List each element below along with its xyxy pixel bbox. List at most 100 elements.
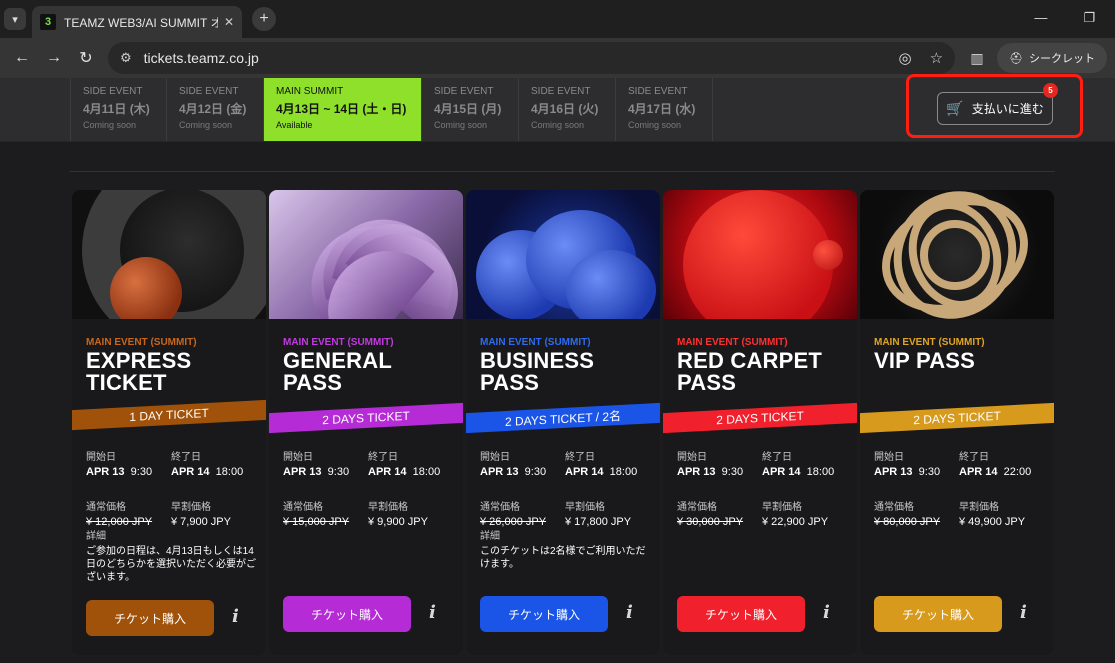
checkout-button[interactable]: 🛒 支払いに進む <box>937 92 1053 125</box>
cart-icon: 🛒 <box>946 100 964 116</box>
info-icon[interactable]: i <box>823 602 830 623</box>
ticket-ribbon: 1 DAY TICKET <box>72 399 266 431</box>
info-icon[interactable]: i <box>626 602 633 623</box>
ticket-detail: 詳細 このチケットは2名様でご利用いただけます。 <box>480 531 646 570</box>
regular-price: ¥ 80,000 JPY <box>874 516 941 528</box>
address-bar: ← → ↻ ⚙ tickets.teamz.co.jp ◎ ☆ ▥ ⛑ シークレ… <box>0 38 1115 78</box>
date-tab-apr11[interactable]: SIDE EVENT 4月11日 (木) Coming soon <box>70 78 167 141</box>
info-icon[interactable]: i <box>232 606 239 627</box>
ticket-title: EXPRESS TICKET <box>86 348 192 395</box>
event-kind: MAIN EVENT (SUMMIT) <box>677 337 788 348</box>
date-tab-apr15[interactable]: SIDE EVENT 4月15日 (月) Coming soon <box>422 78 519 141</box>
ticket-title: RED CARPET PASS <box>677 348 823 395</box>
close-icon[interactable]: ✕ <box>224 15 234 29</box>
info-icon[interactable]: i <box>1020 602 1027 623</box>
date-tab-apr17[interactable]: SIDE EVENT 4月17日 (水) Coming soon <box>616 78 713 141</box>
date-tab-date: 4月12日 (金) <box>179 102 247 116</box>
event-kind: MAIN EVENT (SUMMIT) <box>480 337 591 348</box>
url-input[interactable]: ⚙ tickets.teamz.co.jp ◎ ☆ <box>108 42 956 74</box>
event-date-tabs: SIDE EVENT 4月11日 (木) Coming soon SIDE EV… <box>0 74 1115 142</box>
date-tab-date: 4月11日 (木) <box>83 102 150 116</box>
regular-price: ¥ 12,000 JPY <box>86 516 153 528</box>
date-tab-date: 4月15日 (月) <box>434 102 502 116</box>
event-kind: MAIN EVENT (SUMMIT) <box>874 337 985 348</box>
browser-tab-bar: ▾ 3 TEAMZ WEB3/AI SUMMIT オフィ ✕ + — ❐ <box>0 0 1115 38</box>
site-favicon: 3 <box>40 14 56 30</box>
checkout-highlight: 🛒 支払いに進む 5 <box>906 74 1083 138</box>
ticket-title: GENERAL PASS <box>283 348 392 395</box>
date-tab-status: Coming soon <box>628 120 682 130</box>
date-tab-date: 4月17日 (水) <box>628 102 696 116</box>
date-tab-kind: SIDE EVENT <box>434 86 494 97</box>
checkout-label: 支払いに進む <box>971 102 1044 116</box>
buy-ticket-button[interactable]: チケット購入 <box>874 596 1002 632</box>
cart-count-badge: 5 <box>1043 83 1058 98</box>
express-artwork <box>72 190 266 319</box>
ticket-meta: 開始日 APR 13 9:30 終了日 APR 14 22:00 通常価格 ¥ 80,… <box>874 448 1044 528</box>
early-price: ¥ 9,900 JPY <box>368 516 428 528</box>
buy-ticket-button[interactable]: チケット購入 <box>86 600 214 636</box>
window-controls: — ❐ <box>1034 10 1095 26</box>
date-tab-kind: SIDE EVENT <box>179 86 239 97</box>
restore-icon[interactable]: ❐ <box>1083 10 1095 26</box>
event-kind: MAIN EVENT (SUMMIT) <box>283 337 394 348</box>
date-tab-status: Coming soon <box>531 120 585 130</box>
date-tab-kind: SIDE EVENT <box>531 86 591 97</box>
site-settings-icon[interactable]: ⚙ <box>120 50 132 66</box>
date-tab-date: 4月16日 (火) <box>531 102 599 116</box>
ticket-card-business: MAIN EVENT (SUMMIT) BUSINESS PASS 2 DAYS … <box>466 190 660 655</box>
star-icon[interactable]: ☆ <box>930 49 943 67</box>
incognito-button[interactable]: ⛑ シークレット <box>997 43 1107 73</box>
date-tab-apr12[interactable]: SIDE EVENT 4月12日 (金) Coming soon <box>167 78 264 141</box>
general-artwork <box>269 190 463 319</box>
incognito-label: シークレット <box>1029 53 1095 65</box>
regular-price: ¥ 26,000 JPY <box>480 516 547 528</box>
regular-price: ¥ 15,000 JPY <box>283 516 350 528</box>
ticket-ribbon: 2 DAYS TICKET / 2名 <box>466 402 660 434</box>
incognito-icon: ⛑ <box>1009 52 1023 65</box>
date-tab-kind: MAIN SUMMIT <box>276 86 344 97</box>
ticket-ribbon: 2 DAYS TICKET <box>663 402 857 434</box>
reload-icon[interactable]: ↻ <box>72 44 100 72</box>
date-tab-date: 4月13日 ~ 14日 (土・日) <box>276 102 407 116</box>
buy-ticket-button[interactable]: チケット購入 <box>677 596 805 632</box>
buy-ticket-button[interactable]: チケット購入 <box>480 596 608 632</box>
chevron-down-icon[interactable]: ▾ <box>4 8 26 30</box>
new-tab-button[interactable]: + <box>252 7 276 31</box>
ticket-ribbon: 2 DAYS TICKET <box>269 402 463 434</box>
date-tab-apr16[interactable]: SIDE EVENT 4月16日 (火) Coming soon <box>519 78 616 141</box>
info-icon[interactable]: i <box>429 602 436 623</box>
vip-artwork <box>860 190 1054 319</box>
browser-tab[interactable]: 3 TEAMZ WEB3/AI SUMMIT オフィ ✕ <box>32 6 242 38</box>
date-tab-status: Available <box>276 120 313 130</box>
ticket-detail: 詳細 ご参加の日程は、4月13日もしくは14日のどちらかを選択いただく必要がござ… <box>86 531 256 583</box>
side-panel-icon[interactable]: ▥ <box>963 44 991 72</box>
ticket-section: MAIN EVENT (SUMMIT) EXPRESS TICKET 1 DAY … <box>0 142 1115 663</box>
red-carpet-artwork <box>663 190 857 319</box>
ticket-card-general: MAIN EVENT (SUMMIT) GENERAL PASS 2 DAYS T… <box>269 190 463 655</box>
eye-off-icon[interactable]: ◎ <box>898 49 911 67</box>
ticket-meta: 開始日 APR 13 9:30 終了日 APR 14 18:00 通常価格 ¥ 30,… <box>677 448 847 528</box>
ticket-meta: 開始日 APR 13 9:30 終了日 APR 14 18:00 通常価格 ¥ 12,… <box>86 448 256 528</box>
date-tab-kind: SIDE EVENT <box>83 86 143 97</box>
date-tab-main-summit[interactable]: MAIN SUMMIT 4月13日 ~ 14日 (土・日) Available <box>264 78 422 141</box>
ticket-meta: 開始日 APR 13 9:30 終了日 APR 14 18:00 通常価格 ¥ 26,… <box>480 448 650 528</box>
buy-ticket-button[interactable]: チケット購入 <box>283 596 411 632</box>
minimize-icon[interactable]: — <box>1034 10 1047 26</box>
date-tab-status: Coming soon <box>179 120 233 130</box>
early-price: ¥ 7,900 JPY <box>171 516 231 528</box>
date-tab-kind: SIDE EVENT <box>628 86 688 97</box>
back-arrow-icon[interactable]: ← <box>8 44 36 72</box>
ticket-card-vip: MAIN EVENT (SUMMIT) VIP PASS 2 DAYS TICK… <box>860 190 1054 655</box>
event-kind: MAIN EVENT (SUMMIT) <box>86 337 197 348</box>
forward-arrow-icon[interactable]: → <box>40 44 68 72</box>
early-price: ¥ 49,900 JPY <box>959 516 1026 528</box>
tab-title: TEAMZ WEB3/AI SUMMIT オフィ <box>64 15 218 30</box>
business-artwork <box>466 190 660 319</box>
url-text: tickets.teamz.co.jp <box>143 50 259 66</box>
ticket-ribbon: 2 DAYS TICKET <box>860 402 1054 434</box>
ticket-card-red-carpet: MAIN EVENT (SUMMIT) RED CARPET PASS 2 DAY… <box>663 190 857 655</box>
date-tab-status: Coming soon <box>83 120 137 130</box>
divider <box>70 171 1055 172</box>
ticket-cards: MAIN EVENT (SUMMIT) EXPRESS TICKET 1 DAY … <box>72 190 1054 655</box>
